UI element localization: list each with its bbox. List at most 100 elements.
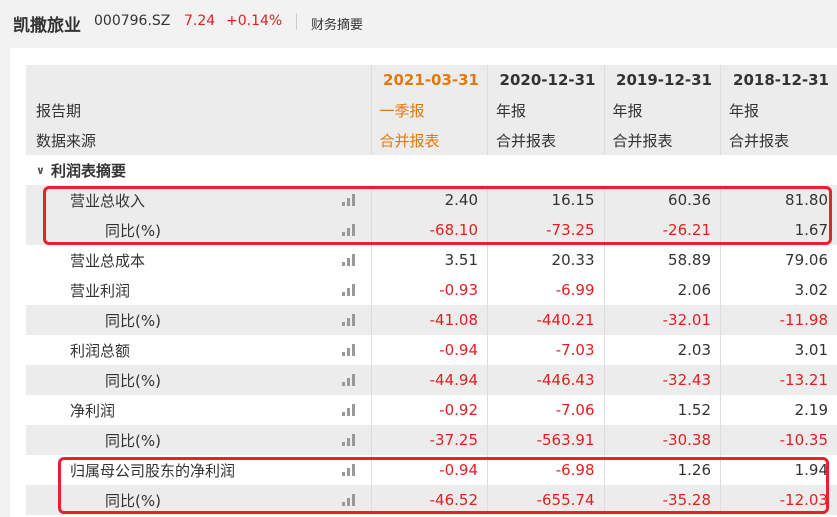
data-source-row: 数据来源 合并报表 合并报表 合并报表 合并报表 [26, 125, 837, 155]
value-cell: 3.51 [370, 245, 488, 275]
bar-chart-icon[interactable] [341, 434, 357, 446]
section-blank [371, 155, 488, 185]
value-cell: -44.94 [370, 365, 488, 395]
row-label-wrap: 营业利润 [70, 280, 371, 301]
row-label: 同比(%) [105, 431, 161, 450]
bar-chart-icon[interactable] [341, 374, 357, 386]
section-header[interactable]: ∨ 利润表摘要 [26, 155, 371, 185]
chevron-down-icon[interactable]: ∨ [36, 164, 45, 177]
row-label: 同比(%) [105, 371, 161, 390]
value-cell: -0.94 [370, 335, 488, 365]
value-cell: -26.21 [603, 215, 721, 245]
row-label-wrap: 同比(%) [105, 430, 371, 451]
table-row: 同比(%) -46.52 -655.74 -35.28 -12.03 [26, 485, 837, 515]
value-cell: -0.92 [370, 395, 488, 425]
value-cell: -563.91 [487, 425, 604, 455]
value-cell: -46.52 [370, 485, 488, 515]
row-label: 归属母公司股东的净利润 [70, 461, 236, 480]
row-label-wrap: 净利润 [70, 400, 371, 421]
table-row: 净利润 -0.92 -7.06 1.52 2.19 [26, 395, 837, 425]
bar-chart-icon[interactable] [341, 404, 357, 416]
report-period-cell: 一季报 [370, 95, 488, 125]
row-label-cell: 营业总成本 [26, 245, 371, 275]
data-source-cell: 合并报表 [487, 125, 604, 155]
data-source-cell: 合并报表 [370, 125, 488, 155]
value-cell: 3.01 [720, 335, 837, 365]
value-cell: -73.25 [487, 215, 604, 245]
section-title: 利润表摘要 [50, 161, 126, 180]
bar-chart-icon[interactable] [341, 224, 357, 236]
row-label-cell: 净利润 [26, 395, 371, 425]
row-label-wrap: 归属母公司股东的净利润 [70, 460, 371, 481]
value-cell: 2.03 [603, 335, 721, 365]
value-cell: 1.67 [720, 215, 837, 245]
bar-chart-icon[interactable] [341, 314, 357, 326]
row-label-wrap: 利润总额 [70, 340, 371, 361]
value-cell: -32.01 [603, 305, 721, 335]
stock-change: +0.14% [226, 13, 283, 29]
row-label: 净利润 [70, 401, 116, 420]
table-row: 同比(%) -44.94 -446.43 -32.43 -13.21 [26, 365, 837, 395]
value-cell: 1.94 [720, 455, 837, 485]
bar-chart-icon[interactable] [341, 254, 357, 266]
data-source-cell: 合并报表 [603, 125, 721, 155]
row-label: 营业总收入 [70, 191, 146, 210]
row-label: 营业总成本 [70, 251, 146, 270]
value-cell: 58.89 [603, 245, 721, 275]
value-cell: 81.80 [720, 185, 837, 215]
row-label: 数据来源 [26, 125, 371, 155]
stock-header: 凯撒旅业 000796.SZ 7.24 +0.14% 财务摘要 [0, 0, 837, 44]
table-row: 同比(%) -37.25 -563.91 -30.38 -10.35 [26, 425, 837, 455]
value-cell: 2.06 [603, 275, 721, 305]
row-label-wrap: 同比(%) [105, 490, 371, 511]
period-header[interactable]: 2020-12-31 [487, 65, 604, 95]
value-cell: -10.35 [720, 425, 837, 455]
report-period-cell: 年报 [487, 95, 604, 125]
value-cell: -12.03 [720, 485, 837, 515]
tab-financial-summary[interactable]: 财务摘要 [311, 14, 363, 33]
value-cell: -440.21 [487, 305, 604, 335]
table-row: 归属母公司股东的净利润 -0.94 -6.98 1.26 1.94 [26, 455, 837, 485]
value-cell: 60.36 [603, 185, 721, 215]
report-period-cell: 年报 [603, 95, 721, 125]
value-cell: -32.43 [603, 365, 721, 395]
stock-code: 000796.SZ [94, 13, 171, 29]
value-cell: 2.19 [720, 395, 837, 425]
table-row: 营业总成本 3.51 20.33 58.89 79.06 [26, 245, 837, 275]
period-header-row: 2021-03-31 2020-12-31 2019-12-31 2018-12… [26, 65, 837, 95]
period-header[interactable]: 2019-12-31 [603, 65, 721, 95]
section-blank [604, 155, 721, 185]
report-period-row: 报告期 一季报 年报 年报 年报 [26, 95, 837, 125]
bar-chart-icon[interactable] [341, 284, 357, 296]
bar-chart-icon[interactable] [341, 494, 357, 506]
value-cell: 79.06 [720, 245, 837, 275]
table-row: 营业利润 -0.93 -6.99 2.06 3.02 [26, 275, 837, 305]
value-cell: -0.94 [370, 455, 488, 485]
bar-chart-icon[interactable] [341, 194, 357, 206]
row-label-cell: 同比(%) [26, 305, 371, 335]
section-header-row[interactable]: ∨ 利润表摘要 [26, 155, 837, 185]
value-cell: -37.25 [370, 425, 488, 455]
row-label: 利润总额 [70, 341, 131, 360]
value-cell: -68.10 [370, 215, 488, 245]
row-label-wrap: 同比(%) [105, 310, 371, 331]
row-label-cell: 同比(%) [26, 425, 371, 455]
financial-summary-table: 2021-03-31 2020-12-31 2019-12-31 2018-12… [26, 65, 837, 515]
period-header[interactable]: 2018-12-31 [720, 65, 837, 95]
row-label: 同比(%) [105, 221, 161, 240]
value-cell: -6.99 [487, 275, 604, 305]
value-cell: -11.98 [720, 305, 837, 335]
bar-chart-icon[interactable] [341, 344, 357, 356]
value-cell: 16.15 [487, 185, 604, 215]
row-label-cell: 营业总收入 [26, 185, 371, 215]
value-cell: -30.38 [603, 425, 721, 455]
row-label-cell: 同比(%) [26, 215, 371, 245]
row-label-cell: 归属母公司股东的净利润 [26, 455, 371, 485]
period-header[interactable]: 2021-03-31 [370, 65, 488, 95]
row-label: 同比(%) [105, 311, 161, 330]
value-cell: 2.40 [370, 185, 488, 215]
value-cell: -35.28 [603, 485, 721, 515]
table-row: 同比(%) -41.08 -440.21 -32.01 -11.98 [26, 305, 837, 335]
bar-chart-icon[interactable] [341, 464, 357, 476]
row-label-wrap: 营业总收入 [70, 190, 371, 211]
